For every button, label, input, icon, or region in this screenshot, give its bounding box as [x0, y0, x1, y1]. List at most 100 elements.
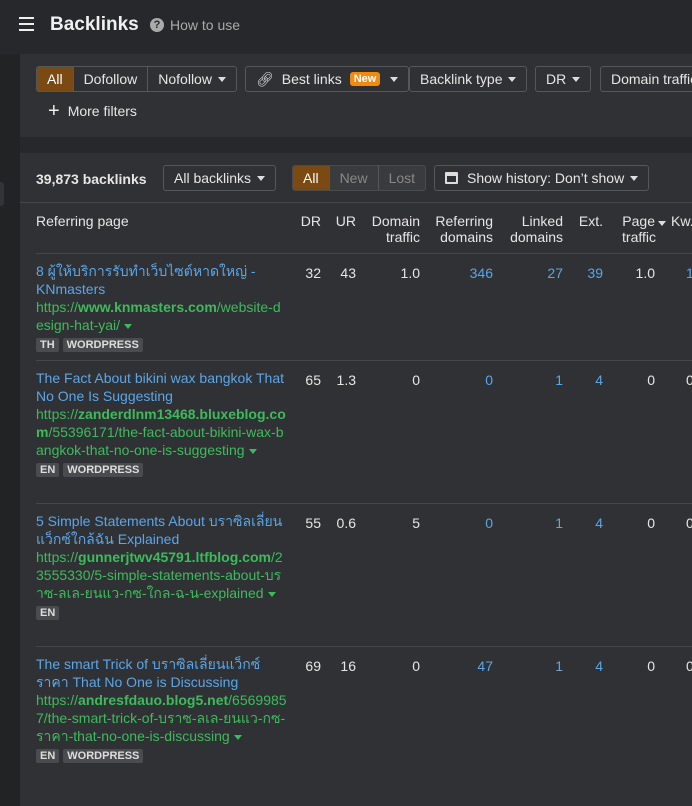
cell-ext[interactable]: 4: [563, 514, 603, 532]
more-filters-button[interactable]: + More filters: [48, 101, 137, 121]
status-new[interactable]: New: [329, 166, 379, 190]
backlink-type-label: Backlink type: [420, 71, 503, 87]
url-domain: www.knmasters.com: [78, 299, 217, 315]
chevron-down-icon: [217, 76, 226, 82]
domain-traffic-dropdown[interactable]: Domain traffic: [600, 66, 692, 92]
domain-traffic-label: Domain traffic: [611, 71, 692, 87]
divider: [20, 202, 692, 203]
col-dr[interactable]: DR: [288, 213, 321, 229]
how-to-use-label: How to use: [170, 17, 241, 33]
how-to-use-link[interactable]: ? How to use: [150, 17, 240, 33]
tag: WORDPRESS: [63, 749, 144, 763]
cell-domain-traffic: 1.0: [400, 265, 420, 281]
tags: EN: [36, 606, 288, 620]
more-filters-label: More filters: [67, 103, 137, 119]
url-scheme: https://: [36, 692, 79, 708]
page-title-link[interactable]: 8 ผู้ให้บริการรับทำเว็บไซต์หาดใหญ่ - KNm…: [36, 262, 288, 298]
tag: WORDPRESS: [62, 338, 143, 352]
col-label: domains: [440, 229, 493, 245]
col-referring-domains[interactable]: Referring domains: [420, 213, 493, 245]
page-url-link[interactable]: https://www.knmasters.com/website-design…: [36, 298, 288, 334]
cell-ref-domains[interactable]: 0: [420, 371, 493, 389]
tag: TH: [36, 338, 59, 352]
cell-ext[interactable]: 4: [563, 371, 603, 389]
referring-page-cell: 5 Simple Statements About บราซิลเลี่ยนแว…: [36, 512, 288, 620]
link-type-segment: All Dofollow Nofollow: [36, 66, 237, 92]
chevron-down-icon: [508, 76, 517, 82]
all-backlinks-dropdown[interactable]: All backlinks: [163, 165, 277, 191]
cell-kw: 0: [686, 515, 692, 531]
status-segment: All New Lost: [292, 165, 427, 191]
cell-page-traffic: 0: [647, 515, 655, 531]
tags: EN WORDPRESS: [36, 749, 288, 763]
chevron-down-icon[interactable]: [124, 323, 133, 329]
cell-domain-traffic: 5: [412, 515, 420, 531]
referring-page-cell: 8 ผู้ให้บริการรับทำเว็บไซต์หาดใหญ่ - KNm…: [36, 262, 288, 352]
page-title-link[interactable]: The smart Trick of บราซิลเลี่ยนแว็กซ์ราค…: [36, 655, 288, 691]
filter-dofollow[interactable]: Dofollow: [74, 67, 149, 91]
cell-dr: 55: [305, 515, 321, 531]
cell-ref-domains[interactable]: 0: [420, 514, 493, 532]
show-history-dropdown[interactable]: Show history: Don’t show: [434, 165, 650, 191]
tag: EN: [36, 749, 60, 763]
col-label: Linked: [521, 213, 563, 229]
cell-linked-domains[interactable]: 1: [493, 657, 563, 675]
cell-ref-domains[interactable]: 346: [420, 264, 493, 282]
help-icon: ?: [150, 18, 164, 32]
col-page-traffic[interactable]: Page traffic: [603, 213, 666, 245]
filter-all[interactable]: All: [37, 67, 74, 91]
chevron-down-icon[interactable]: [233, 734, 242, 740]
page-url-link[interactable]: https://zanderdlnm13468.bluxeblog.com/55…: [36, 405, 288, 459]
cell-kw[interactable]: 1: [676, 264, 692, 282]
status-lost[interactable]: Lost: [378, 166, 426, 190]
page-title-link[interactable]: The Fact About bikini wax bangkok That N…: [36, 369, 288, 405]
cell-ext[interactable]: 4: [563, 657, 603, 675]
cell-page-traffic: 1.0: [635, 265, 655, 281]
col-domain-traffic[interactable]: Domain traffic: [356, 213, 420, 245]
best-links-label: Best links: [281, 71, 342, 87]
cell-linked-domains[interactable]: 1: [493, 514, 563, 532]
col-linked-domains[interactable]: Linked domains: [493, 213, 563, 245]
backlink-type-dropdown[interactable]: Backlink type: [409, 66, 528, 92]
page-title-link[interactable]: 5 Simple Statements About บราซิลเลี่ยนแว…: [36, 512, 288, 548]
new-badge: New: [349, 72, 381, 86]
url-scheme: https://: [36, 299, 79, 315]
chevron-down-icon: [257, 175, 266, 181]
nofollow-label: Nofollow: [158, 71, 212, 87]
menu-icon[interactable]: [19, 17, 34, 31]
cell-linked-domains[interactable]: 1: [493, 371, 563, 389]
sort-desc-icon: [658, 221, 666, 226]
left-sidebar: [0, 54, 20, 806]
page-url-link[interactable]: https://gunnerjtwv45791.ltfblog.com/2355…: [36, 548, 288, 602]
page-title: Backlinks: [50, 14, 139, 35]
col-label: Domain: [371, 213, 420, 229]
tags: TH WORDPRESS: [36, 338, 288, 352]
tags: EN WORDPRESS: [36, 463, 288, 477]
col-referring-page[interactable]: Referring page: [36, 213, 129, 229]
tag: EN: [36, 606, 60, 620]
table-row: 8 ผู้ให้บริการรับทำเว็บไซต์หาดใหญ่ - KNm…: [36, 253, 692, 360]
col-ext[interactable]: Ext.: [563, 213, 603, 229]
filter-nofollow[interactable]: Nofollow: [148, 67, 236, 91]
table-row: The smart Trick of บราซิลเลี่ยนแว็กซ์ราค…: [36, 646, 692, 796]
sidebar-toggle[interactable]: [0, 182, 4, 206]
page-url-link[interactable]: https://andresfdauo.blog5.net/65699857/t…: [36, 691, 288, 745]
col-kw[interactable]: Kw.: [671, 213, 692, 229]
dr-dropdown[interactable]: DR: [535, 66, 592, 92]
dr-label: DR: [546, 71, 567, 87]
chevron-down-icon: [572, 76, 581, 82]
best-links-dropdown[interactable]: 🔗︎ Best links New: [245, 66, 410, 92]
status-all[interactable]: All: [293, 166, 330, 190]
url-path: /55396171/the-fact-about-bikini-wax-bang…: [36, 424, 284, 458]
chevron-down-icon[interactable]: [248, 448, 257, 454]
cell-domain-traffic: 0: [412, 658, 420, 674]
cell-ext[interactable]: 39: [563, 264, 603, 282]
filters-panel: All Dofollow Nofollow 🔗︎ Best links New Ba…: [20, 54, 692, 137]
calendar-icon: [445, 172, 458, 184]
chevron-down-icon[interactable]: [267, 591, 276, 597]
cell-page-traffic: 0: [647, 658, 655, 674]
col-ur[interactable]: UR: [321, 213, 356, 229]
cell-ref-domains[interactable]: 47: [420, 657, 493, 675]
table-row: 5 Simple Statements About บราซิลเลี่ยนแว…: [36, 503, 692, 646]
cell-linked-domains[interactable]: 27: [493, 264, 563, 282]
